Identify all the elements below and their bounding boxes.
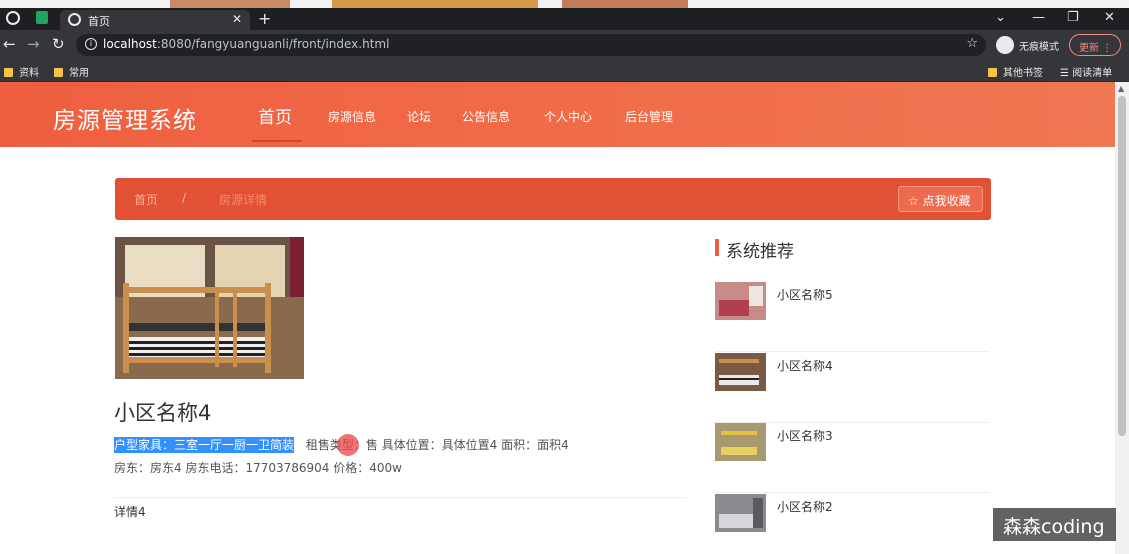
recommend-name[interactable]: 小区名称3 xyxy=(777,427,833,444)
nav-announcements[interactable]: 公告信息 xyxy=(462,108,510,125)
recommend-item[interactable]: 小区名称2 xyxy=(715,494,989,554)
bookmark-folder[interactable]: 其他书签 xyxy=(988,64,1043,79)
video-thumb xyxy=(332,0,538,8)
tab-close-icon[interactable]: ✕ xyxy=(232,12,242,26)
heading-accent xyxy=(715,239,719,256)
nav-forum[interactable]: 论坛 xyxy=(407,108,431,125)
recommend-name[interactable]: 小区名称5 xyxy=(777,286,833,303)
breadcrumb-current: 房源详情 xyxy=(219,193,268,207)
url-text[interactable]: localhost:8080/fangyuanguanli/front/inde… xyxy=(103,37,389,51)
reload-icon[interactable]: ↻ xyxy=(52,35,65,53)
active-tab[interactable]: 首页 ✕ xyxy=(60,10,250,30)
folder-icon xyxy=(988,68,997,77)
back-icon[interactable]: ← xyxy=(3,35,16,53)
bookmark-folder[interactable]: 常用 xyxy=(54,64,89,79)
nav-home[interactable]: 首页 xyxy=(258,103,292,128)
nav-admin[interactable]: 后台管理 xyxy=(625,108,673,125)
recommend-name[interactable]: 小区名称2 xyxy=(777,498,833,515)
reading-list-icon: ☰ xyxy=(1060,68,1073,79)
recommend-item[interactable]: 小区名称4 xyxy=(715,353,989,423)
incognito-label: 无痕模式 xyxy=(1019,42,1059,53)
recommend-thumbnail xyxy=(715,353,766,391)
close-window-button[interactable]: ✕ xyxy=(1104,10,1115,25)
video-thumb xyxy=(562,0,688,8)
tab-search-icon[interactable]: ⌄ xyxy=(995,10,1006,25)
video-thumb xyxy=(170,0,290,8)
nav-active-indicator xyxy=(252,140,302,142)
globe-icon xyxy=(68,13,81,26)
new-tab-button[interactable]: + xyxy=(258,9,271,28)
nav-listings[interactable]: 房源信息 xyxy=(328,108,376,125)
browser-tabbar: 首页 ✕ + ⌄ — ❐ ✕ xyxy=(0,8,1129,30)
bookmark-folder[interactable]: 资料 xyxy=(4,64,39,79)
incognito-icon[interactable] xyxy=(996,36,1014,54)
listing-info-line2: 房东：房东4 房东电话：17703786904 价格：400w xyxy=(114,461,402,475)
page-scrollbar[interactable]: ▲ xyxy=(1115,82,1129,554)
video-strip xyxy=(0,0,1129,8)
forward-icon[interactable]: → xyxy=(27,35,40,53)
reading-list[interactable]: ☰ 阅读清单 xyxy=(1060,64,1112,79)
maximize-button[interactable]: ❐ xyxy=(1067,10,1079,25)
listing-title: 小区名称4 xyxy=(114,401,212,425)
folder-icon xyxy=(4,68,13,77)
minimize-button[interactable]: — xyxy=(1032,10,1045,25)
sheets-tab-icon[interactable] xyxy=(36,11,48,24)
page-content: 房源管理系统 首页 房源信息 论坛 公告信息 个人中心 后台管理 首页 / 房源… xyxy=(0,82,1115,554)
listing-description: 详情4 xyxy=(114,505,146,519)
recommend-thumbnail xyxy=(715,423,766,461)
update-button[interactable]: 更新 ⋮ xyxy=(1069,34,1121,56)
info-icon[interactable]: i xyxy=(85,38,97,50)
recommend-item[interactable]: 小区名称5 xyxy=(715,282,989,352)
recommend-thumbnail xyxy=(715,282,766,320)
site-brand[interactable]: 房源管理系统 xyxy=(53,101,197,135)
scroll-up-icon[interactable]: ▲ xyxy=(1118,84,1124,93)
bookmarks-bar: 资料 常用 其他书签 ☰ 阅读清单 xyxy=(0,60,1129,82)
tab-title: 首页 xyxy=(88,15,110,28)
selected-text[interactable]: 户型家具：三室一厅一厨一卫简装 xyxy=(114,437,295,453)
nav-profile[interactable]: 个人中心 xyxy=(544,108,592,125)
breadcrumb-home[interactable]: 首页 xyxy=(134,191,158,208)
divider xyxy=(114,497,686,498)
bunk-bed-photo xyxy=(115,237,304,379)
browser-toolbar: ← → ↻ i localhost:8080/fangyuanguanli/fr… xyxy=(0,30,1129,60)
address-bar[interactable]: i localhost:8080/fangyuanguanli/front/in… xyxy=(76,34,986,56)
watermark: 森森coding xyxy=(993,508,1116,541)
recommend-name[interactable]: 小区名称4 xyxy=(777,357,833,374)
folder-icon xyxy=(54,68,63,77)
mouse-cursor xyxy=(337,434,359,456)
breadcrumb-separator: / xyxy=(182,191,187,205)
favorite-button[interactable]: ☆ 点我收藏 xyxy=(898,186,983,212)
browser-menu-icon[interactable] xyxy=(6,11,20,25)
recommend-item[interactable]: 小区名称3 xyxy=(715,423,989,493)
bookmark-star-icon[interactable]: ☆ xyxy=(966,36,978,51)
scrollbar-thumb[interactable] xyxy=(1118,96,1126,436)
recommend-thumbnail xyxy=(715,494,766,532)
recommend-title: 系统推荐 xyxy=(726,242,794,262)
site-nav: 房源管理系统 首页 房源信息 论坛 公告信息 个人中心 后台管理 xyxy=(0,82,1115,147)
breadcrumb: 首页 / 房源详情 ☆ 点我收藏 xyxy=(115,178,991,220)
